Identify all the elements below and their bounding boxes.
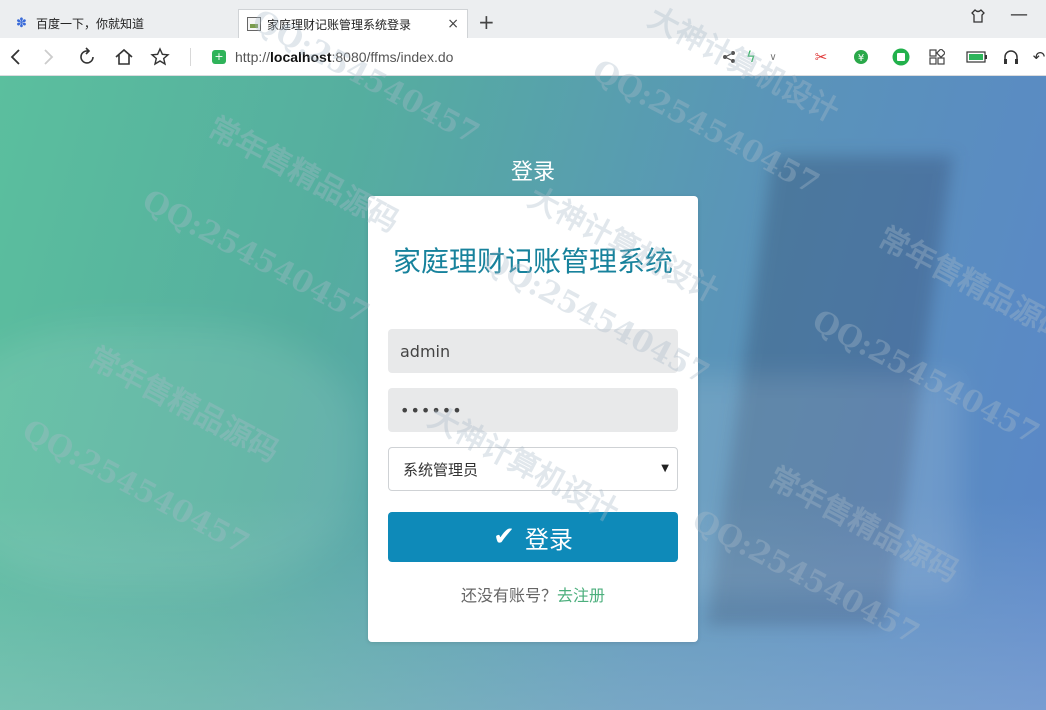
role-selected-value: 系统管理员 <box>403 460 479 479</box>
register-link[interactable]: 去注册 <box>557 586 605 605</box>
username-input[interactable]: admin <box>388 329 678 373</box>
page-icon <box>247 17 261 31</box>
favorite-star-icon[interactable] <box>148 45 172 69</box>
check-icon: ✔ <box>493 522 515 552</box>
refresh-icon[interactable] <box>75 45 99 69</box>
register-prompt: 还没有账号？ <box>460 586 557 605</box>
cut-tool-icon[interactable]: ✂ <box>812 48 830 66</box>
apps-grid-icon[interactable] <box>928 48 946 66</box>
battery-icon[interactable] <box>966 48 988 66</box>
chevron-down-icon: ▼ <box>661 463 669 474</box>
reader-icon[interactable] <box>892 48 910 66</box>
share-icon[interactable] <box>720 48 738 66</box>
browser-tab-bar: ✽ 百度一下，你就知道 家庭理财记账管理系统登录 × + — <box>0 0 1046 38</box>
shopping-icon[interactable]: ¥ <box>852 48 870 66</box>
password-value: •••••• <box>400 400 463 420</box>
tab-login[interactable]: 家庭理财记账管理系统登录 × <box>238 9 468 38</box>
minimize-icon[interactable]: — <box>1010 4 1028 25</box>
tab-title: 家庭理财记账管理系统登录 <box>267 17 412 32</box>
address-bar[interactable]: + http://localhost:8080/ffms/index.do <box>208 44 708 70</box>
home-icon[interactable] <box>112 45 136 69</box>
register-row: 还没有账号？去注册 <box>368 582 698 606</box>
login-card: 家庭理财记账管理系统 admin •••••• 系统管理员 ▼ ✔ 登录 还没有… <box>368 196 698 642</box>
back-icon[interactable] <box>4 45 28 69</box>
svg-text:¥: ¥ <box>858 53 864 64</box>
secure-shield-icon: + <box>212 50 226 64</box>
login-heading: 登录 <box>510 160 555 185</box>
nav-divider <box>190 48 191 66</box>
login-page: 登录 家庭理财记账管理系统 admin •••••• 系统管理员 ▼ ✔ 登录 … <box>0 76 1046 710</box>
skin-icon[interactable] <box>970 8 986 28</box>
headphones-icon[interactable] <box>1002 48 1020 66</box>
url-text: http://localhost:8080/ffms/index.do <box>235 49 454 65</box>
password-input[interactable]: •••••• <box>388 388 678 432</box>
forward-icon[interactable] <box>36 45 60 69</box>
tab-baidu[interactable]: ✽ 百度一下，你就知道 <box>8 9 236 38</box>
login-button-label: 登录 <box>524 525 573 554</box>
tab-title: 百度一下，你就知道 <box>36 17 145 31</box>
browser-nav-bar: + http://localhost:8080/ffms/index.do ϟ … <box>0 38 1046 76</box>
lightning-icon[interactable]: ϟ <box>742 48 760 66</box>
username-value: admin <box>400 341 451 361</box>
new-tab-button[interactable]: + <box>478 10 495 34</box>
undo-icon[interactable]: ↶ <box>1030 48 1046 66</box>
dropdown-chevron-icon[interactable]: ∨ <box>764 48 782 66</box>
baidu-paw-icon: ✽ <box>16 15 27 31</box>
login-button[interactable]: ✔ 登录 <box>388 512 678 562</box>
system-title: 家庭理财记账管理系统 <box>392 245 673 278</box>
role-select[interactable]: 系统管理员 ▼ <box>388 447 678 491</box>
close-tab-icon[interactable]: × <box>447 16 459 32</box>
